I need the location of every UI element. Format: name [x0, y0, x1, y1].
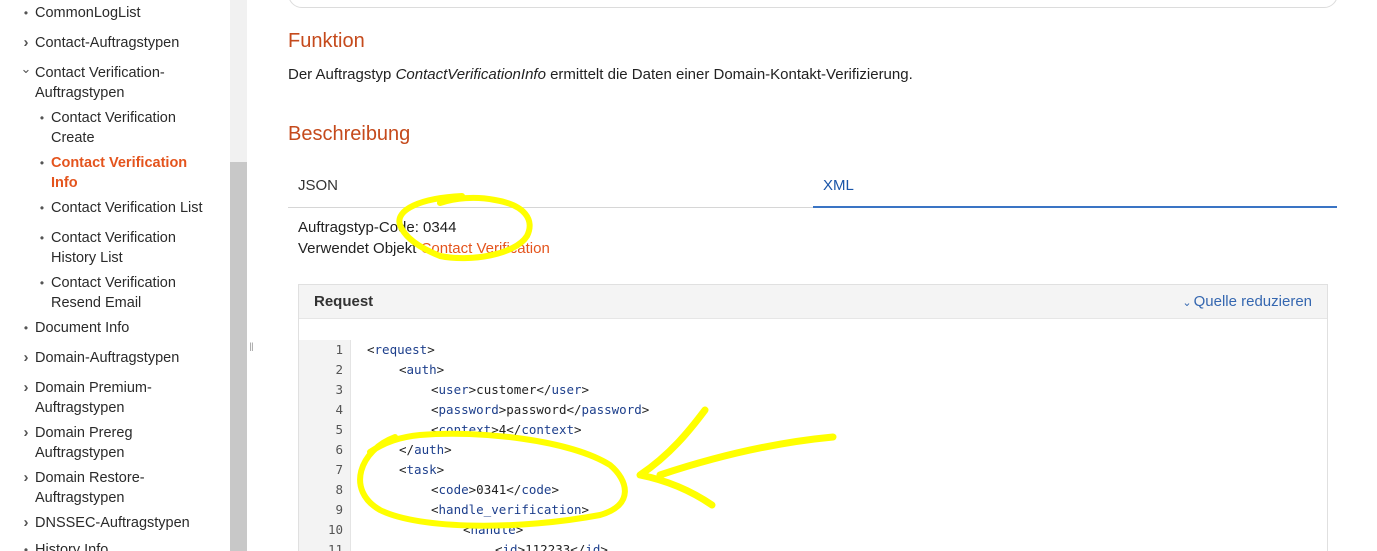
- code-text: </auth>: [399, 442, 452, 457]
- sidebar-item-label: Document Info: [35, 320, 130, 336]
- collapse-source-label: Quelle reduzieren: [1193, 293, 1312, 310]
- sidebar-item-label: Domain Prereg Auftragstypen: [35, 425, 133, 461]
- order-type-code: Auftragstyp-Code: 0344: [298, 219, 457, 236]
- sidebar-item-label: Domain-Auftragstypen: [35, 350, 180, 366]
- line-number: 10: [327, 522, 343, 537]
- sidebar-item-label: Contact Verification- Auftragstypen: [35, 65, 165, 101]
- sidebar-item[interactable]: • History Info: [19, 540, 219, 551]
- sidebar-item-label: Contact Verification Info: [51, 155, 188, 191]
- section-heading-funktion: Funktion: [288, 30, 365, 52]
- sidebar-item-label: Contact Verification History List: [51, 230, 176, 266]
- bullet-icon: •: [39, 111, 45, 125]
- sidebar-item[interactable]: › Domain Premium- Auftragstypen: [19, 378, 219, 418]
- sidebar-item-label: Domain Premium- Auftragstypen: [35, 380, 152, 416]
- code-text: <id>112233</id>: [495, 542, 608, 551]
- request-title: Request: [314, 293, 374, 310]
- collapse-source-button[interactable]: ⌄ Quelle reduzieren: [1182, 293, 1312, 310]
- sidebar-scrollbar-thumb[interactable]: [230, 162, 247, 551]
- sidebar-item-label: Contact Verification Resend Email: [51, 275, 176, 311]
- sidebar-item[interactable]: › Contact-Auftragstypen: [19, 33, 219, 53]
- line-number: 7: [335, 462, 343, 477]
- sidebar-item[interactable]: › Domain Prereg Auftragstypen: [19, 423, 219, 463]
- sidebar-item[interactable]: › Domain-Auftragstypen: [19, 348, 219, 368]
- previous-panel-edge: [288, 0, 1338, 8]
- bullet-icon: •: [39, 276, 45, 290]
- code-text: <code>0341</code>: [431, 482, 559, 497]
- bullet-icon: •: [23, 6, 29, 20]
- line-number: 4: [335, 402, 343, 417]
- code-text: <auth>: [399, 362, 445, 377]
- sidebar-item[interactable]: • Contact Verification Resend Email: [35, 273, 220, 313]
- sidebar-item[interactable]: ⌄ Contact Verification- Auftragstypen: [19, 61, 219, 103]
- request-panel: Request ⌄ Quelle reduzieren 1 <request> 2 <a…: [298, 284, 1328, 551]
- sidebar-item[interactable]: • Contact Verification List: [35, 198, 220, 218]
- order-type-name: ContactVerificationInfo: [395, 66, 546, 83]
- sidebar-item-label: DNSSEC-Auftragstypen: [35, 515, 190, 531]
- sidebar-item[interactable]: • Contact Verification History List: [35, 228, 220, 268]
- sidebar-item-label: CommonLogList: [35, 5, 141, 21]
- chevron-right-icon: ›: [23, 514, 29, 531]
- chevron-right-icon: ›: [23, 349, 29, 366]
- sidebar-item[interactable]: • Contact Verification Create: [35, 108, 220, 148]
- funktion-text-pre: Der Auftragstyp: [288, 66, 396, 83]
- line-number: 5: [335, 422, 343, 437]
- used-object-line: Verwendet Objekt Contact Verification: [298, 240, 550, 257]
- sidebar-item[interactable]: • Document Info: [19, 318, 219, 338]
- sidebar-item-label: Contact-Auftragstypen: [35, 35, 180, 51]
- line-number: 9: [335, 502, 343, 517]
- sidebar-resize-handle-icon[interactable]: ‖: [249, 340, 255, 364]
- line-number: 1: [335, 342, 343, 357]
- line-number: 2: [335, 362, 343, 377]
- sidebar-item[interactable]: › Domain Restore- Auftragstypen: [19, 468, 219, 508]
- bullet-icon: •: [23, 543, 29, 551]
- format-tabs: JSON XML: [288, 170, 1337, 208]
- code-text: <context>4</context>: [431, 422, 582, 437]
- line-number: 3: [335, 382, 343, 397]
- tab-json[interactable]: JSON: [288, 170, 813, 208]
- sidebar-item[interactable]: • Contact Verification Info: [35, 153, 220, 193]
- bullet-icon: •: [39, 156, 45, 170]
- code-text: <handle_verification>: [431, 502, 590, 517]
- sidebar-item[interactable]: › DNSSEC-Auftragstypen: [19, 513, 219, 533]
- line-number: 11: [327, 542, 343, 551]
- sidebar-item-label: Contact Verification List: [51, 200, 203, 216]
- code-text: <user>customer</user>: [431, 382, 590, 397]
- tab-xml[interactable]: XML: [813, 170, 1337, 208]
- funktion-text-post: ermittelt die Daten einer Domain-Kontakt…: [545, 66, 913, 83]
- sidebar-item-label: History Info: [35, 542, 109, 551]
- sidebar-item[interactable]: • CommonLogList: [19, 3, 219, 23]
- code-text: <task>: [399, 462, 445, 477]
- sidebar-item-label: Contact Verification Create: [51, 110, 176, 146]
- section-heading-beschreibung: Beschreibung: [288, 123, 411, 145]
- line-number: 8: [335, 482, 343, 497]
- funktion-description: Der Auftragstyp ContactVerificationInfo …: [288, 66, 913, 83]
- chevron-right-icon: ›: [23, 424, 29, 441]
- bullet-icon: •: [39, 201, 45, 215]
- used-object-link[interactable]: Contact Verification: [421, 240, 550, 257]
- line-number: 6: [335, 442, 343, 457]
- sidebar-nav: • CommonLogList › Contact-Auftragstypen ⌄ Con…: [0, 0, 230, 551]
- code-text: <request>: [367, 342, 435, 357]
- bullet-icon: •: [23, 321, 29, 335]
- code-text: <password>password</password>: [431, 402, 650, 417]
- sidebar-scrollbar[interactable]: [230, 0, 247, 551]
- used-object-label: Verwendet Objekt: [298, 240, 421, 257]
- code-text: <handle>: [463, 522, 524, 537]
- chevron-down-icon: ⌄: [20, 61, 32, 76]
- chevron-right-icon: ›: [23, 469, 29, 486]
- chevron-down-icon: ⌄: [1182, 297, 1192, 309]
- main-content: Funktion Der Auftragstyp ContactVerifica…: [288, 0, 1338, 551]
- chevron-right-icon: ›: [23, 379, 29, 396]
- sidebar-item-label: Domain Restore- Auftragstypen: [35, 470, 145, 506]
- chevron-right-icon: ›: [23, 34, 29, 51]
- bullet-icon: •: [39, 231, 45, 245]
- request-panel-header: Request ⌄ Quelle reduzieren: [299, 285, 1327, 319]
